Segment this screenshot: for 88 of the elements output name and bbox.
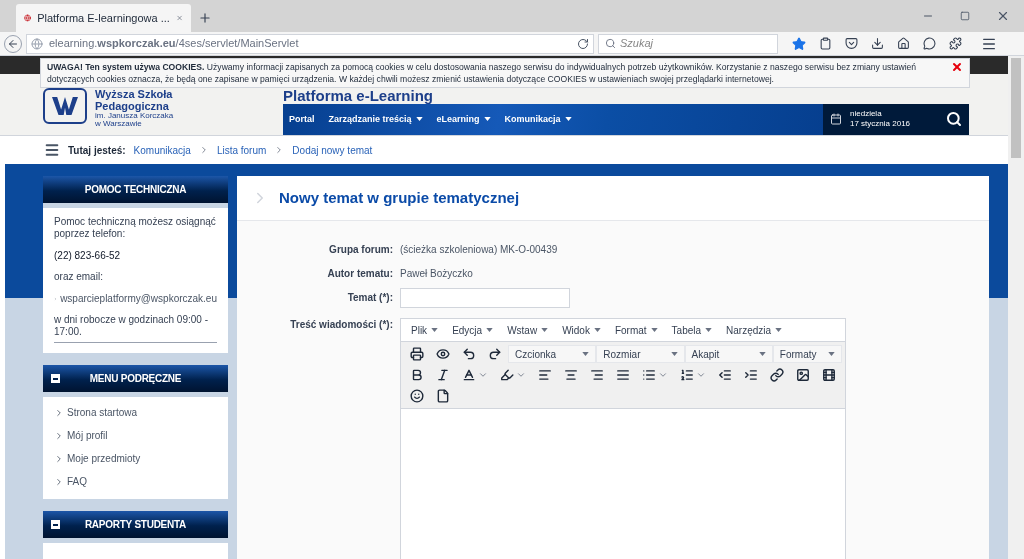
editor-select[interactable]: Akapit: [684, 345, 773, 363]
breadcrumb-label: Tutaj jesteś:: [68, 143, 126, 158]
editor-menu[interactable]: Plik: [411, 322, 439, 338]
home-icon[interactable]: [897, 37, 910, 50]
tab-title: Platforma E-learningowa ...: [37, 10, 170, 26]
collapse-icon[interactable]: [51, 520, 60, 529]
caret-icon: [541, 328, 549, 332]
topic-input[interactable]: [400, 288, 570, 308]
sidebar-link[interactable]: Moje przedmioty: [54, 451, 217, 466]
caret-icon: [705, 328, 713, 332]
caret-icon: [582, 352, 590, 356]
help-text: oraz email:: [54, 271, 104, 283]
date: 17 stycznia 2016: [850, 119, 912, 130]
caret-icon: [564, 117, 572, 122]
close-icon[interactable]: [996, 9, 1010, 23]
breadcrumb-link[interactable]: Dodaj nowy temat: [292, 142, 373, 158]
breadcrumb-link[interactable]: Lista forum: [216, 142, 267, 158]
new-tab-icon[interactable]: [198, 11, 212, 25]
search-icon: [605, 38, 616, 49]
editor-select[interactable]: Czcionka: [508, 345, 597, 363]
breadcrumb-link[interactable]: Komunikacja: [133, 142, 191, 158]
url-text: elearning.wspkorczak.eu/4ses/servlet/MainServlet: [49, 36, 300, 52]
cookie-text: UWAGA! Ten system używa COOKIES. Używamy informacji zapisanych za pomocą cookies w celu dostosowania naszego serwisu do indywidualnych potrzeb użytkowników. Korzystanie z naszego serwisu bez zmiany ustawień dotyczących cookies oznacza, że będą one zapisane w pamięci urządzenia. W każdej chwili możesz zmienić ustawienia dotyczące COOKIES w ustawieniach swojej przeglądarki internetowej.: [47, 61, 918, 85]
caret-icon: [431, 328, 439, 332]
globe-icon: [31, 37, 43, 50]
sidebar-link[interactable]: Mój profil: [54, 428, 217, 443]
caret-icon: [758, 352, 766, 356]
collapse-icon[interactable]: [51, 374, 60, 383]
field-value: (ścieżka szkoleniowa) MK-O-00439: [400, 243, 558, 257]
close-icon[interactable]: [951, 61, 963, 73]
school-subtitle: w Warszawie: [95, 120, 143, 128]
editor-menu[interactable]: Wstaw: [507, 322, 549, 338]
caret-icon: [593, 328, 601, 332]
field-label: Treść wiadomości (*):: [289, 318, 393, 332]
phone-number: (22) 823-66-52: [54, 249, 122, 263]
maximize-icon[interactable]: [960, 11, 970, 21]
school-name: Pedagogiczna: [95, 100, 170, 112]
weekday: niedziela: [850, 109, 883, 120]
sidebar-link[interactable]: Strona startowa: [54, 405, 217, 420]
caret-icon: [828, 352, 835, 356]
reload-icon[interactable]: [577, 37, 589, 50]
platform-title: Platforma e-Learning: [283, 87, 434, 104]
school-name: Wyższa Szkoła: [95, 88, 174, 100]
editor-select[interactable]: Formaty: [772, 345, 842, 363]
editor-menu[interactable]: Widok: [562, 322, 601, 338]
field-value: Paweł Bożyczko: [400, 267, 473, 281]
editor-menu[interactable]: Edycja: [452, 322, 494, 338]
panel-title: RAPORTY STUDENTA: [83, 518, 188, 532]
panel-title: POMOC TECHNICZNA: [83, 183, 188, 197]
nav-item[interactable]: Zarządzanie treścią: [326, 112, 425, 126]
field-label: Autor tematu:: [326, 267, 393, 281]
editor-select[interactable]: Rozmiar: [596, 345, 685, 363]
nav-item[interactable]: eLearning: [434, 112, 493, 126]
search-input[interactable]: Szukaj: [620, 35, 771, 52]
page-title: Nowy temat w grupie tematycznej: [279, 187, 520, 208]
scrollbar[interactable]: [1008, 56, 1024, 559]
site-icon: [24, 12, 32, 24]
nav-item[interactable]: Komunikacja: [502, 112, 574, 126]
chat-icon[interactable]: [923, 37, 936, 50]
search-icon[interactable]: [946, 111, 962, 128]
caret-icon: [775, 328, 783, 332]
download-icon[interactable]: [871, 37, 884, 50]
bookmark-star-icon[interactable]: [792, 36, 806, 51]
nav-item[interactable]: Portal: [287, 112, 317, 126]
editor-menu[interactable]: Narzędzia: [726, 322, 783, 338]
field-label: Grupa forum:: [328, 243, 393, 257]
clipboard-icon[interactable]: [819, 37, 832, 50]
caret-icon: [486, 328, 494, 332]
caret-icon: [483, 117, 491, 122]
caret-icon: [670, 352, 678, 356]
calendar-icon: [830, 113, 842, 126]
url-bar[interactable]: elearning.wspkorczak.eu/4ses/servlet/MainServlet: [26, 33, 594, 54]
help-text: Pomoc techniczną możesz osiągnąć poprzez telefon:: [54, 216, 217, 240]
school-subtitle: im. Janusza Korczaka: [95, 112, 174, 120]
browser-tab[interactable]: Platforma E-learningowa ...: [16, 4, 191, 32]
help-text: w dni robocze w godzinach 09:00 - 17:00.: [54, 314, 209, 338]
editor-menu[interactable]: Format: [614, 322, 658, 338]
search-field[interactable]: Szukaj: [598, 33, 778, 54]
caret-icon: [650, 328, 658, 332]
panel-title: MENU PODRĘCZNE: [88, 372, 183, 386]
menu-icon[interactable]: [44, 142, 60, 158]
editor-menu[interactable]: Tabela: [671, 322, 713, 338]
sidebar-link[interactable]: FAQ: [54, 474, 217, 489]
caret-icon: [415, 117, 423, 122]
field-label: Temat (*):: [346, 291, 393, 305]
extension-icon[interactable]: [949, 37, 962, 50]
pocket-icon[interactable]: [845, 37, 858, 50]
sidebar-link[interactable]: wsparcieplatformy@wspkorczak.eu: [54, 291, 217, 306]
